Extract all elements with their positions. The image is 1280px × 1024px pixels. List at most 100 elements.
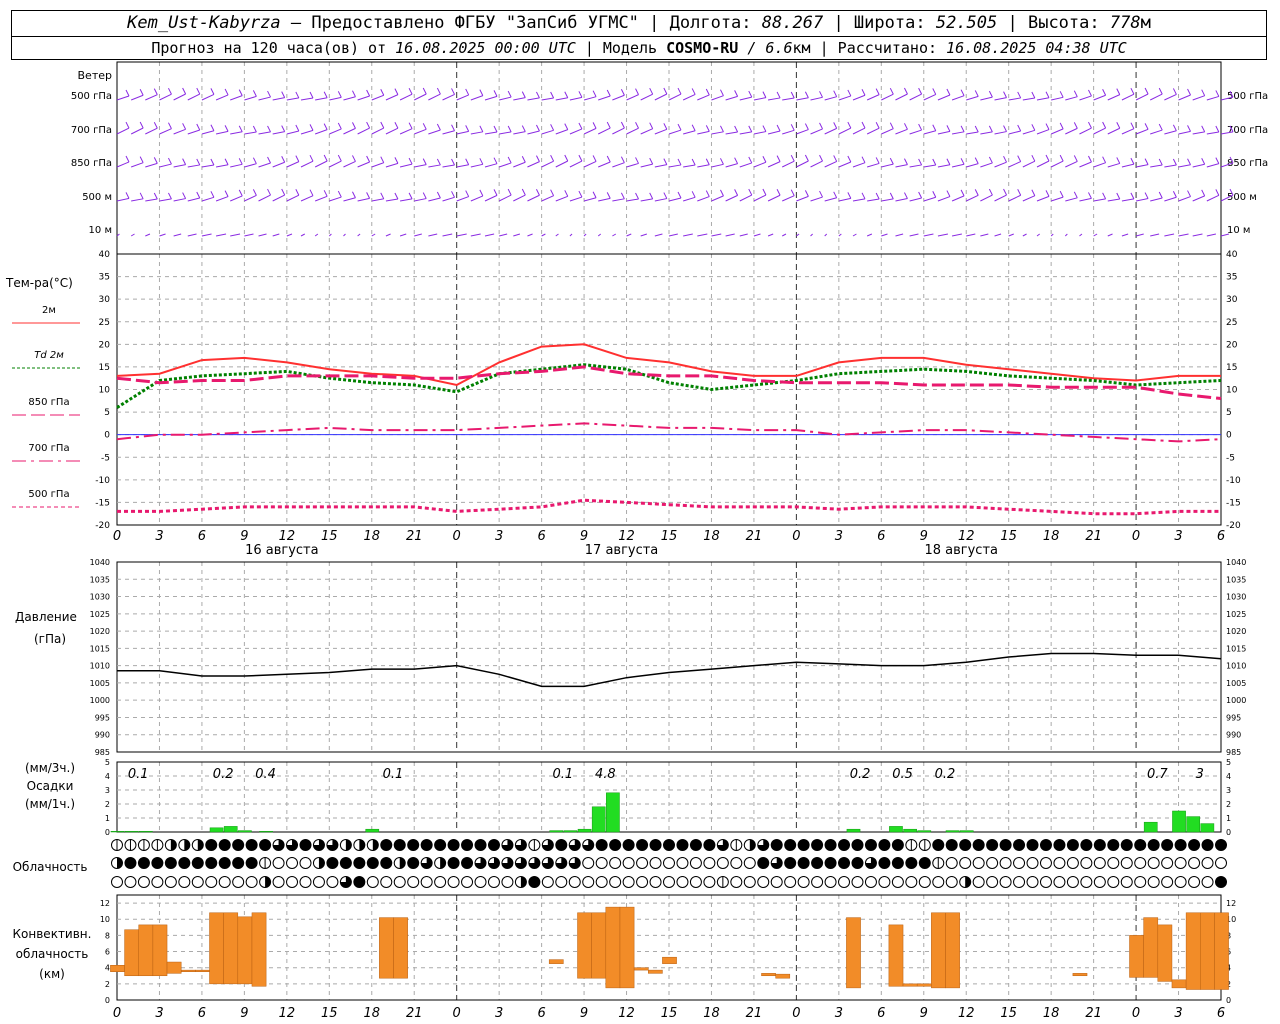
- cloud-cover-symbol: [151, 876, 164, 888]
- cloud-fill-half: [399, 857, 406, 869]
- cloud-cover-symbol: [272, 857, 285, 869]
- wind-barb-feather: [436, 191, 441, 199]
- wind-barb-feather: [366, 89, 371, 97]
- wind-barb: [1093, 162, 1106, 168]
- wind-barb: [796, 97, 809, 101]
- bottom-hour-label: 6: [877, 1006, 885, 1021]
- cloud-cover-symbol: [824, 839, 837, 851]
- wind-barb: [951, 195, 965, 202]
- temp-tick-right: 40: [1226, 250, 1238, 260]
- temp-tick-right: 5: [1226, 408, 1232, 418]
- convective-bar: [166, 961, 182, 974]
- cloud-fill-full: [178, 857, 190, 869]
- wind-barb: [767, 130, 781, 135]
- cloud-cover-symbol: [1013, 876, 1026, 888]
- cloud-circle-outline: [1026, 857, 1039, 869]
- wind-barb: [782, 129, 795, 135]
- wind-level-label-right: 700 гПа: [1227, 125, 1268, 136]
- wind-barb: [909, 129, 922, 135]
- wind-barb-feather: [1059, 190, 1064, 198]
- cloud-circle-outline: [663, 876, 675, 888]
- precip-tick-right: 2: [1226, 800, 1231, 809]
- cloud-cover-symbol: [299, 857, 312, 869]
- wind-barb: [881, 233, 888, 237]
- precip-total-label: 0.2: [850, 767, 871, 782]
- cloud-fill-full: [905, 857, 917, 869]
- cloud-cover-symbol: [864, 857, 877, 869]
- wind-barb: [201, 196, 215, 202]
- wind-barb-feather: [649, 87, 654, 95]
- wind-barb: [994, 233, 1002, 237]
- cloud-fill-full: [434, 839, 446, 851]
- wind-barb: [555, 97, 568, 101]
- wind-barb-feather: [1172, 124, 1177, 132]
- wind-barb-feather: [337, 154, 342, 162]
- wind-barb: [230, 195, 243, 202]
- cloud-fill-full: [407, 857, 419, 869]
- wind-barb: [541, 233, 546, 237]
- wind-barb-feather: [1073, 90, 1078, 97]
- wind-barb: [583, 197, 597, 202]
- wind-title: Ветер: [78, 69, 112, 82]
- cloud-cover-symbol: [851, 876, 864, 888]
- wind-barb: [895, 164, 908, 168]
- hour-label: 12: [958, 529, 975, 544]
- wind-barb-feather: [1158, 123, 1163, 131]
- hour-label: 21: [1085, 529, 1102, 544]
- wind-barb-feather: [309, 189, 314, 196]
- wind-barb: [159, 93, 172, 101]
- wind-barb: [697, 94, 710, 101]
- cloud-fill-full: [246, 839, 258, 851]
- cloud-circle-outline: [1134, 857, 1147, 869]
- wind-barb-feather: [1158, 158, 1163, 166]
- precip-tick-left: 1: [105, 814, 110, 823]
- wind-barb: [456, 164, 469, 168]
- wind-barb: [569, 196, 583, 202]
- wind-barb-feather: [663, 87, 668, 95]
- cloud-fill-half: [197, 839, 204, 851]
- hour-label: 21: [406, 529, 423, 544]
- wind-barb: [470, 163, 483, 168]
- wind-barb: [399, 128, 413, 135]
- cloud-cover-symbol: [555, 839, 568, 851]
- wind-barb-feather: [635, 192, 639, 200]
- wind-barb: [1192, 233, 1203, 237]
- bottom-hour-label: 6: [1217, 1006, 1225, 1021]
- wind-barb-feather: [309, 124, 314, 131]
- cloud-fill-full: [1175, 839, 1187, 851]
- bottom-hour-label: 3: [495, 1006, 503, 1021]
- wind-barb: [1178, 164, 1191, 168]
- wind-barb: [824, 160, 837, 168]
- wind-barb-feather: [734, 125, 739, 133]
- wind-barb: [145, 94, 158, 101]
- cloud-circle-outline: [878, 876, 891, 888]
- wind-barb: [881, 128, 894, 135]
- wind-barb-feather: [790, 154, 795, 162]
- wind-barb: [1036, 195, 1050, 202]
- cloud-cover-symbol: [366, 839, 379, 851]
- cloud-cover-symbol: [838, 876, 851, 888]
- cloud-circle-outline: [1066, 857, 1079, 869]
- wind-barb: [286, 194, 300, 202]
- cloud-cover-symbol: [891, 839, 904, 851]
- wind-barb: [654, 233, 663, 237]
- temp-tick-right: 20: [1226, 340, 1238, 350]
- wind-barb: [1008, 97, 1021, 101]
- cloud-fill-full: [1107, 839, 1119, 851]
- precip-bar: [846, 828, 861, 833]
- cloud-fill-full: [165, 857, 177, 869]
- wind-barb: [513, 233, 521, 237]
- cloud-cover-symbol: [864, 876, 877, 888]
- wind-barb: [173, 164, 186, 168]
- cloud-cover-symbol: [1215, 839, 1227, 851]
- cloud-cover-symbol: [353, 857, 366, 869]
- convective-bar: [209, 912, 224, 985]
- cloud-circle-outline: [743, 876, 756, 888]
- cloud-fill-full: [151, 857, 163, 869]
- wind-barb: [1121, 198, 1135, 202]
- wind-barb-feather: [493, 157, 498, 164]
- wind-barb: [1192, 95, 1205, 101]
- wind-barb-feather: [720, 158, 724, 165]
- convective-bar: [1072, 973, 1088, 977]
- wind-barb-feather: [889, 157, 894, 165]
